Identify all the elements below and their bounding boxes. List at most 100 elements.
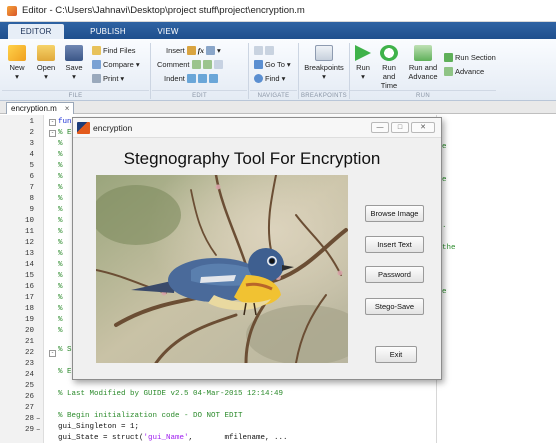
uncomment-icon: [202, 60, 212, 69]
exit-button[interactable]: Exit: [375, 346, 417, 363]
line-number: 25: [24, 382, 34, 390]
compare-button[interactable]: Compare ▾: [92, 60, 140, 69]
run-button[interactable]: Run ▾: [352, 45, 374, 81]
minimize-icon[interactable]: —: [371, 122, 389, 133]
find-files-icon: [92, 46, 101, 55]
code-line-comment: %: [58, 140, 63, 148]
comment-icon: [191, 60, 201, 69]
line-number: 22: [24, 349, 34, 357]
file-tab-bar: encryption.m ×: [0, 101, 556, 114]
code-line-2: % E: [58, 129, 72, 137]
matlab-editor-icon: [6, 5, 18, 17]
code-line-29: gui_State = struct('gui_Name', mfilename…: [58, 434, 288, 442]
encryption-figure-window[interactable]: encryption — □ ✕ Stegnography Tool For E…: [72, 117, 442, 380]
save-button[interactable]: Save ▾: [62, 45, 86, 81]
line-number: 8: [29, 195, 34, 203]
line-number: 26: [24, 393, 34, 401]
figure-heading: Stegnography Tool For Encryption: [123, 149, 381, 168]
fold-toggle-icon[interactable]: -: [49, 130, 56, 137]
code-line-comment: %: [58, 261, 63, 269]
advance-button[interactable]: Advance: [444, 67, 484, 76]
code-line-comment: %: [58, 327, 63, 335]
code-line-28: gui_Singleton = 1;: [58, 423, 140, 431]
code-line-1: fun: [58, 118, 72, 126]
code-line-comment: %: [58, 173, 63, 181]
line-number: 14: [24, 261, 34, 269]
run-section-button[interactable]: Run Section: [444, 53, 496, 62]
code-line-23: % E: [58, 368, 72, 376]
line-number: 28: [24, 415, 34, 423]
editor-ribbon: New ▾ Open ▾ Save ▾ Find Files Compare ▾ Pri…: [0, 39, 556, 101]
forward-icon[interactable]: [265, 46, 274, 55]
line-number: 19: [24, 316, 34, 324]
code-line-comment: %: [58, 195, 63, 203]
maximize-icon[interactable]: □: [391, 122, 409, 133]
comment-button[interactable]: Comment: [157, 60, 223, 69]
tab-view[interactable]: VIEW: [148, 24, 188, 39]
section-label-run: RUN: [350, 90, 496, 100]
line-number: 12: [24, 239, 34, 247]
bird-photo-axes: [96, 175, 348, 363]
run-and-time-button[interactable]: Run and Time: [375, 45, 403, 90]
code-fragment: the: [442, 244, 456, 252]
file-tab-encryption[interactable]: encryption.m ×: [6, 102, 75, 114]
line-number: 4: [29, 151, 34, 159]
find-button[interactable]: Find ▾: [254, 74, 285, 83]
increase-indent-icon: [197, 74, 207, 83]
print-button[interactable]: Print ▾: [92, 74, 124, 83]
goto-button[interactable]: Go To ▾: [254, 60, 291, 69]
nav-arrows[interactable]: [254, 46, 274, 55]
stego-save-button[interactable]: Stego-Save: [365, 298, 424, 315]
line-number: 13: [24, 250, 34, 258]
code-line-comment: %: [58, 305, 63, 313]
line-number: 15: [24, 272, 34, 280]
run-and-advance-icon: [414, 45, 432, 61]
warbler-bird-image: [96, 175, 348, 363]
fold-toggle-icon[interactable]: -: [49, 119, 56, 126]
password-button[interactable]: Password: [365, 266, 424, 283]
breakpoints-button[interactable]: Breakpoints ▾: [302, 45, 346, 81]
tab-editor[interactable]: EDITOR: [8, 24, 64, 39]
close-tab-icon[interactable]: ×: [65, 104, 70, 113]
executable-line-marker: –: [36, 426, 41, 434]
open-button[interactable]: Open ▾: [34, 45, 58, 81]
back-icon[interactable]: [254, 46, 263, 55]
advance-icon: [444, 67, 453, 76]
tab-publish[interactable]: PUBLISH: [80, 24, 136, 39]
save-icon: [65, 45, 83, 61]
fx-icon[interactable]: fx: [198, 46, 204, 55]
window-titlebar: Editor - C:\Users\Jahnavi\Desktop\projec…: [0, 0, 556, 22]
insert-text-button[interactable]: Insert Text: [365, 236, 424, 253]
figure-title: encryption: [93, 123, 133, 133]
insert-icon: [186, 46, 196, 55]
line-number: 21: [24, 338, 34, 346]
new-icon: [8, 45, 26, 61]
run-icon: [355, 45, 371, 61]
compare-icon: [92, 60, 101, 69]
close-icon[interactable]: ✕: [411, 122, 435, 133]
find-files-button[interactable]: Find Files: [92, 46, 136, 55]
line-number: 7: [29, 184, 34, 192]
code-line-comment: %: [58, 294, 63, 302]
run-and-advance-button[interactable]: Run and Advance: [407, 45, 439, 81]
code-line-27: % Begin initialization code - DO NOT EDI…: [58, 412, 243, 420]
browse-image-button[interactable]: Browse Image: [365, 205, 424, 222]
indent-button[interactable]: Indent: [164, 74, 218, 83]
code-line-comment: %: [58, 228, 63, 236]
line-number: 9: [29, 206, 34, 214]
line-number: 2: [29, 129, 34, 137]
figure-titlebar[interactable]: encryption — □ ✕: [73, 118, 441, 138]
new-button[interactable]: New ▾: [6, 45, 28, 81]
run-and-time-icon: [380, 45, 398, 61]
insert-button[interactable]: Insert fx ▾: [166, 46, 221, 55]
smart-indent-icon: [186, 74, 196, 83]
fold-toggle-icon[interactable]: -: [49, 350, 56, 357]
line-number: 3: [29, 140, 34, 148]
section-label-breakpoints: BREAKPOINTS: [300, 90, 348, 100]
folder-open-icon: [37, 45, 55, 61]
line-number: 29: [24, 426, 34, 434]
line-number: 24: [24, 371, 34, 379]
ribbon-divider: [298, 43, 299, 99]
code-line-21: % S: [58, 346, 72, 354]
run-section-icon: [444, 53, 453, 62]
